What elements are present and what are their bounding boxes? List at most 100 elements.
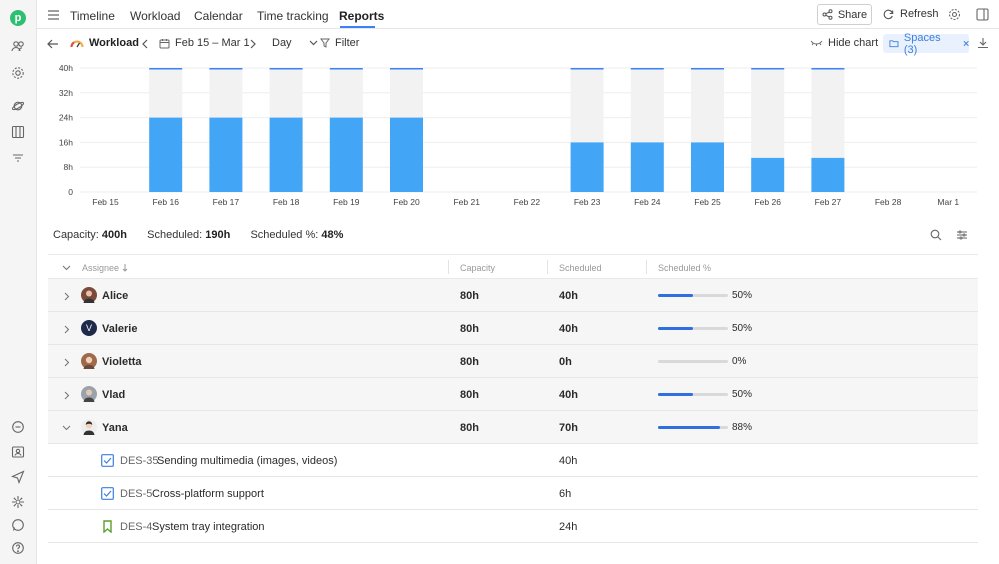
assignee-name: Valerie (102, 323, 138, 335)
avatar: V (81, 320, 97, 336)
header-assignee[interactable]: Assignee (82, 263, 119, 273)
contact-card-icon[interactable] (9, 443, 27, 461)
back-arrow-icon[interactable] (47, 38, 59, 52)
table-settings-icon[interactable] (956, 229, 968, 244)
share-button[interactable]: Share (817, 4, 872, 25)
workload-chart: 0 8h 16h 24h 32h 40h Feb 15 Feb 16 Feb 17 Feb 18 F… (59, 63, 977, 207)
task-title[interactable]: Cross-platform support (152, 488, 264, 500)
scheduled-pct-bar (658, 294, 728, 297)
menu-icon[interactable] (48, 9, 59, 23)
chevron-right-icon[interactable] (64, 391, 70, 400)
column-divider[interactable] (547, 260, 548, 274)
tab-workload[interactable]: Workload (130, 9, 180, 23)
close-icon[interactable] (963, 40, 969, 47)
table-header: Assignee Capacity Scheduled Scheduled % (48, 254, 978, 279)
left-sidebar: p (0, 0, 37, 564)
filter-label: Filter (335, 37, 360, 49)
filter-icon (320, 38, 330, 48)
next-range-icon[interactable] (250, 38, 256, 52)
app-logo-icon[interactable]: p (10, 10, 26, 26)
chevron-right-icon[interactable] (64, 292, 70, 301)
header-capacity[interactable]: Capacity (460, 263, 495, 273)
settings-icon[interactable] (9, 64, 27, 82)
chevron-down-icon[interactable] (62, 425, 71, 431)
sort-arrow-icon[interactable] (122, 264, 128, 272)
whatsapp-icon[interactable] (9, 516, 27, 534)
task-row[interactable]: DES-4 System tray integration 24h (48, 510, 978, 543)
task-key[interactable]: DES-5 (120, 488, 152, 500)
summary-line: Capacity: 400h Scheduled: 190h Scheduled… (53, 229, 343, 241)
capacity-marker (209, 68, 243, 70)
collapse-all-icon[interactable] (62, 265, 71, 271)
capacity-marker (390, 68, 423, 70)
search-icon[interactable] (930, 229, 942, 244)
scheduled-cell: 40h (559, 323, 578, 335)
chevron-right-icon[interactable] (64, 358, 70, 367)
scheduled-pct-fill (658, 294, 693, 297)
granularity-value: Day (272, 37, 292, 49)
granularity-select[interactable]: Day (272, 37, 318, 49)
capacity-marker (811, 68, 845, 70)
hide-chart-button[interactable]: Hide chart (810, 37, 878, 49)
avatar (81, 353, 97, 369)
filter-lines-icon[interactable] (9, 149, 27, 167)
task-title[interactable]: Sending multimedia (images, videos) (157, 455, 337, 467)
scheduled-pct-fill (658, 393, 693, 396)
x-tick-label: Feb 27 (815, 197, 842, 207)
column-divider[interactable] (646, 260, 647, 274)
date-range-picker[interactable]: Feb 15 – Mar 1 (159, 37, 250, 49)
capacity-marker (751, 68, 785, 70)
integrations-icon[interactable] (9, 493, 27, 511)
task-title[interactable]: System tray integration (152, 521, 265, 533)
scheduled-pct-cell: 50% (732, 389, 753, 400)
avatar (81, 287, 97, 303)
help-icon[interactable] (9, 539, 27, 557)
task-row[interactable]: DES-5 Cross-platform support 6h (48, 477, 978, 510)
scheduled-pct-bar (658, 360, 728, 363)
assignee-name: Vlad (102, 389, 126, 401)
capacity-marker (329, 68, 363, 70)
people-icon[interactable] (9, 37, 27, 55)
table-row[interactable]: Vlad 80h 40h 50% (48, 378, 978, 411)
y-tick-label: 24h (59, 113, 73, 123)
gauge-icon (70, 40, 84, 47)
send-icon[interactable] (9, 468, 27, 486)
filter-button[interactable]: Filter (320, 37, 359, 49)
table-row[interactable]: Yana 80h 70h 88% (48, 411, 978, 444)
tab-reports[interactable]: Reports (339, 9, 384, 23)
table-row[interactable]: Alice 80h 40h 50% (48, 279, 978, 312)
task-row[interactable]: DES-35 Sending multimedia (images, video… (48, 444, 978, 477)
chevron-right-icon[interactable] (64, 325, 70, 334)
planet-icon[interactable] (9, 97, 27, 115)
panel-toggle-icon[interactable] (976, 8, 989, 24)
board-icon[interactable] (9, 123, 27, 141)
y-tick-label: 32h (59, 88, 73, 98)
tab-time-tracking[interactable]: Time tracking (257, 9, 329, 23)
chat-icon[interactable] (9, 418, 27, 436)
task-key[interactable]: DES-35 (120, 455, 159, 467)
table-row[interactable]: Violetta 80h 0h 0% (48, 345, 978, 378)
scheduled-pct-bar (658, 327, 728, 330)
download-icon[interactable] (977, 37, 989, 52)
x-tick-label: Feb 24 (634, 197, 661, 207)
assignee-name: Violetta (102, 356, 142, 368)
refresh-button[interactable]: Refresh (883, 8, 939, 20)
x-tick-label: Feb 20 (393, 197, 420, 207)
capacity-marker (269, 68, 303, 70)
eye-closed-icon (810, 40, 823, 46)
header-scheduled-pct[interactable]: Scheduled % (658, 263, 711, 273)
task-key[interactable]: DES-4 (120, 521, 152, 533)
report-type-selector[interactable]: Workload (70, 37, 139, 49)
table-row[interactable]: V Valerie 80h 40h 50% (48, 312, 978, 345)
capacity-value: 400h (101, 229, 127, 241)
prev-range-icon[interactable] (142, 38, 148, 52)
spaces-filter-chip[interactable]: Spaces (3) (883, 32, 969, 56)
tab-timeline[interactable]: Timeline (70, 9, 115, 23)
tab-calendar[interactable]: Calendar (194, 9, 243, 23)
header-scheduled[interactable]: Scheduled (559, 263, 602, 273)
column-divider[interactable] (448, 260, 449, 274)
gear-icon[interactable] (948, 8, 961, 24)
scheduled-bar (269, 117, 303, 192)
x-tick-label: Feb 22 (514, 197, 541, 207)
hide-chart-label: Hide chart (828, 37, 879, 49)
